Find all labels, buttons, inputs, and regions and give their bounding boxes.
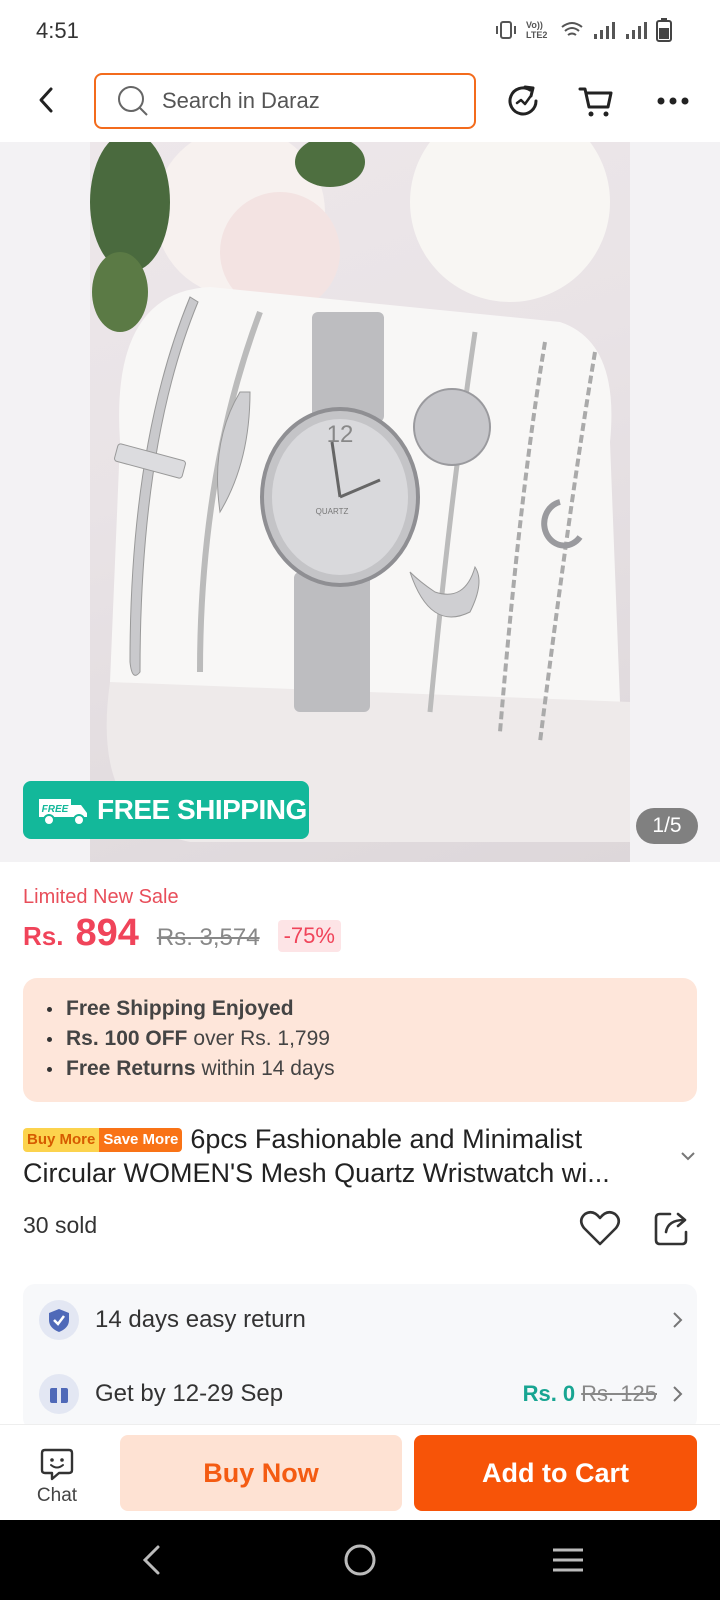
nav-back-button[interactable] [132, 1540, 172, 1580]
watch-set-illustration: 12 QUARTZ [90, 142, 630, 842]
delivery-row[interactable]: Get by 12-29 Sep Rs. 0 Rs. 125 [39, 1370, 685, 1418]
back-arrow-icon [39, 87, 53, 113]
volte-label: Vo)) LTE2 [526, 20, 548, 40]
free-badge-text: FREE [42, 804, 69, 815]
more-options-button[interactable] [650, 78, 696, 124]
original-price: Rs. 3,574 [156, 924, 260, 951]
chat-label: Chat [36, 1485, 78, 1506]
promo-box[interactable]: Free Shipping Enjoyed Rs. 100 OFF over Rs… [23, 978, 697, 1102]
battery-icon [656, 18, 672, 42]
chat-button[interactable]: Chat [22, 1447, 92, 1517]
promo-bold: Rs. 100 OFF [66, 1027, 188, 1050]
title-line-2: Circular WOMEN'S Mesh Quartz Wristwatch … [23, 1158, 610, 1188]
sale-tag: Limited New Sale [23, 886, 179, 908]
promo-bold: Free Shipping Enjoyed [66, 997, 294, 1020]
nav-back-icon [142, 1545, 160, 1575]
return-policy-text: 14 days easy return [95, 1306, 306, 1333]
product-title[interactable]: Buy More Save More 6pcs Fashionable and Mi… [23, 1122, 673, 1190]
current-price: 894 [75, 912, 139, 954]
price-currency: Rs. [23, 921, 64, 951]
image-counter: 1/5 [636, 808, 698, 844]
package-icon [39, 1374, 79, 1414]
promo-rest: over Rs. 1,799 [193, 1027, 330, 1050]
title-line-1: 6pcs Fashionable and Minimalist [190, 1124, 583, 1154]
shipping-fee-original: Rs. 125 [581, 1381, 657, 1406]
signal-icon-2 [626, 22, 647, 39]
refresh-button[interactable] [500, 78, 546, 124]
status-bar: 4:51 Vo)) LTE2 [0, 0, 720, 60]
product-photo: 12 QUARTZ [90, 142, 630, 862]
add-to-cart-button[interactable]: Add to Cart [414, 1435, 697, 1511]
refresh-icon [508, 85, 538, 116]
more-icon [657, 97, 689, 105]
sold-count: 30 sold [23, 1212, 98, 1238]
heart-icon [579, 1210, 621, 1246]
cart-button[interactable] [573, 78, 619, 124]
nav-home-icon [344, 1544, 376, 1576]
delivery-truck-icon: FREE [39, 799, 87, 826]
wishlist-button[interactable] [578, 1206, 622, 1250]
search-icon [118, 86, 148, 116]
chevron-right-icon [673, 1312, 683, 1328]
shipping-fee: Rs. 0 [522, 1381, 576, 1406]
promo-item: Rs. 100 OFF over Rs. 1,799 [47, 1024, 697, 1054]
vibrate-icon [496, 21, 516, 39]
status-time: 4:51 [36, 18, 79, 43]
price-row: Rs. 894 Rs. 3,574 -75% [23, 912, 341, 962]
back-button[interactable] [24, 78, 68, 122]
share-button[interactable] [650, 1206, 694, 1250]
product-image-gallery[interactable]: 12 QUARTZ FREE FREE SHIPPING 1/5 [0, 142, 720, 862]
buy-now-button[interactable]: Buy Now [120, 1435, 402, 1511]
return-policy-row[interactable]: 14 days easy return [39, 1296, 685, 1344]
watch-numeral: 12 [327, 421, 354, 448]
buy-more-badge: Buy More [23, 1128, 100, 1152]
wifi-icon [561, 22, 583, 36]
promo-bold: Free Returns [66, 1057, 196, 1080]
nav-recents-icon [553, 1548, 583, 1572]
free-shipping-label: FREE SHIPPING [97, 794, 307, 825]
top-header: Search in Daraz [0, 60, 720, 142]
status-icons: Vo)) LTE2 [494, 16, 672, 44]
system-nav-bar [0, 1520, 720, 1600]
cart-icon [578, 87, 613, 117]
save-more-badge: Save More [99, 1128, 183, 1152]
nav-home-button[interactable] [340, 1540, 380, 1580]
discount-badge: -75% [277, 920, 341, 952]
watch-dial-text: QUARTZ [316, 507, 349, 516]
delivery-estimate: Get by 12-29 Sep [95, 1380, 284, 1407]
nav-recents-button[interactable] [548, 1540, 588, 1580]
promo-item: Free Shipping Enjoyed [47, 994, 697, 1024]
promo-item: Free Returns within 14 days [47, 1054, 697, 1084]
signal-icon [594, 22, 615, 39]
search-placeholder: Search in Daraz [162, 88, 320, 113]
shield-icon [39, 1300, 79, 1340]
search-input[interactable]: Search in Daraz [94, 73, 476, 129]
service-card: 14 days easy return Get by 12-29 Sep Rs.… [23, 1284, 697, 1430]
bottom-action-bar: Chat Buy Now Add to Cart [0, 1424, 720, 1520]
share-icon [654, 1212, 688, 1246]
chevron-right-icon [673, 1386, 683, 1402]
chat-icon [40, 1448, 74, 1481]
expand-title-icon[interactable] [676, 1144, 700, 1168]
free-shipping-banner: FREE FREE SHIPPING [23, 781, 309, 839]
promo-rest: within 14 days [201, 1057, 335, 1080]
